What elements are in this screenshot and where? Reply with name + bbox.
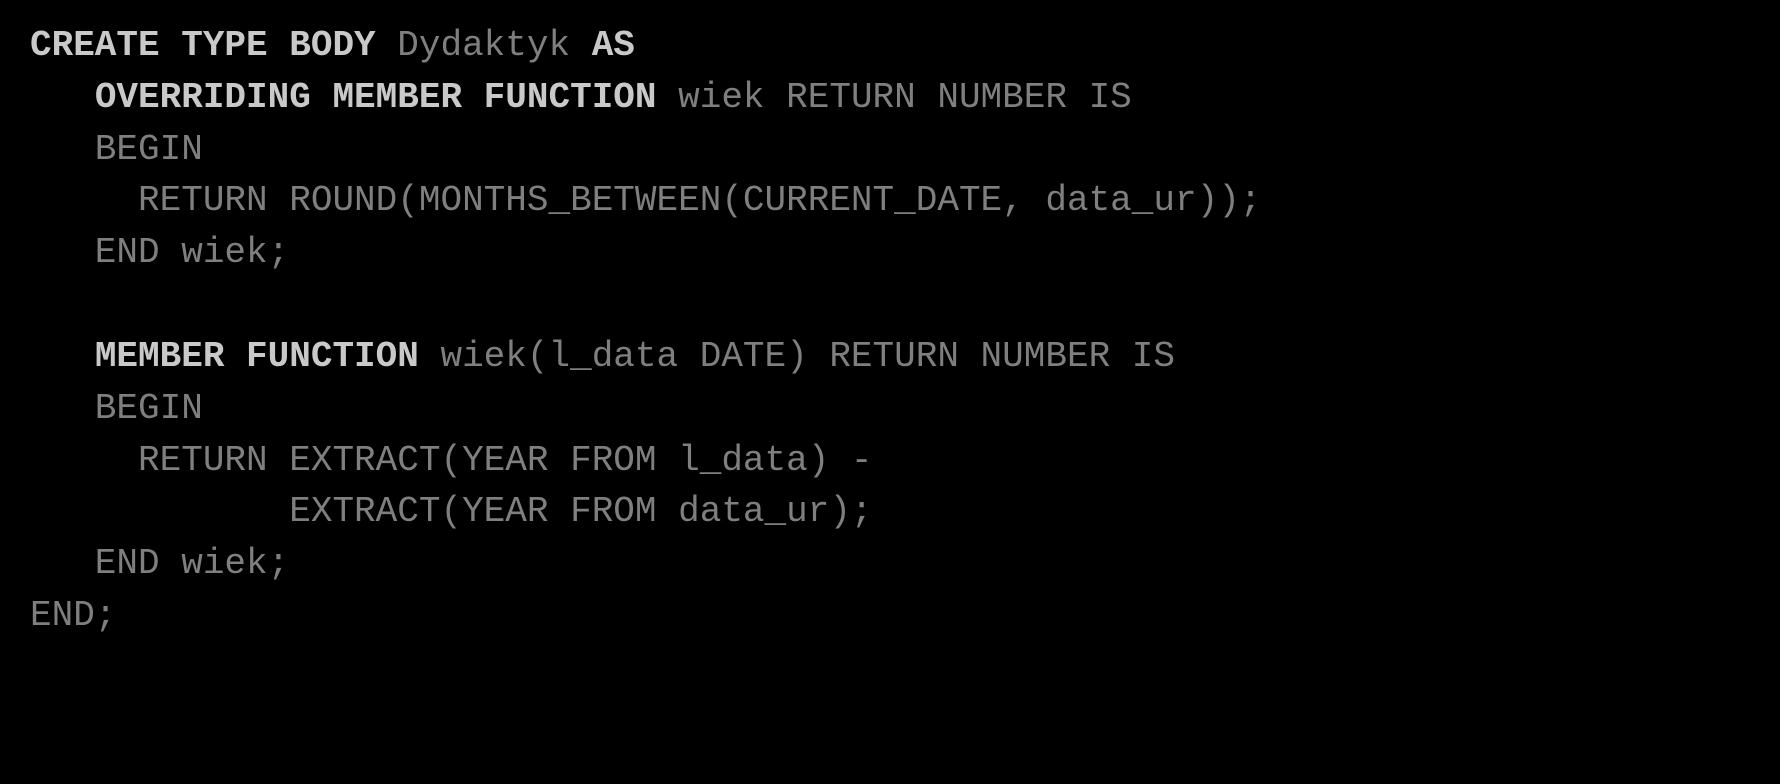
code-token	[30, 77, 95, 118]
code-token: Dydaktyk	[397, 25, 591, 66]
code-token: EXTRACT(YEAR FROM data_ur);	[30, 491, 873, 532]
code-token: BEGIN	[30, 129, 203, 170]
keyword-token: AS	[592, 25, 635, 66]
code-token: wiek(l_data DATE) RETURN NUMBER IS	[440, 336, 1175, 377]
code-token: RETURN EXTRACT(YEAR FROM l_data) -	[30, 440, 873, 481]
code-token: END;	[30, 595, 116, 636]
keyword-token: MEMBER FUNCTION	[95, 336, 441, 377]
sql-code-block: CREATE TYPE BODY Dydaktyk AS OVERRIDING …	[0, 0, 1780, 662]
code-token: END wiek;	[30, 232, 289, 273]
code-token: END wiek;	[30, 543, 289, 584]
keyword-token: CREATE TYPE BODY	[30, 25, 397, 66]
code-token: RETURN ROUND(MONTHS_BETWEEN(CURRENT_DATE…	[30, 180, 1261, 221]
code-token: wiek RETURN NUMBER IS	[678, 77, 1132, 118]
code-token: BEGIN	[30, 388, 203, 429]
keyword-token: OVERRIDING MEMBER FUNCTION	[95, 77, 678, 118]
code-token	[30, 336, 95, 377]
